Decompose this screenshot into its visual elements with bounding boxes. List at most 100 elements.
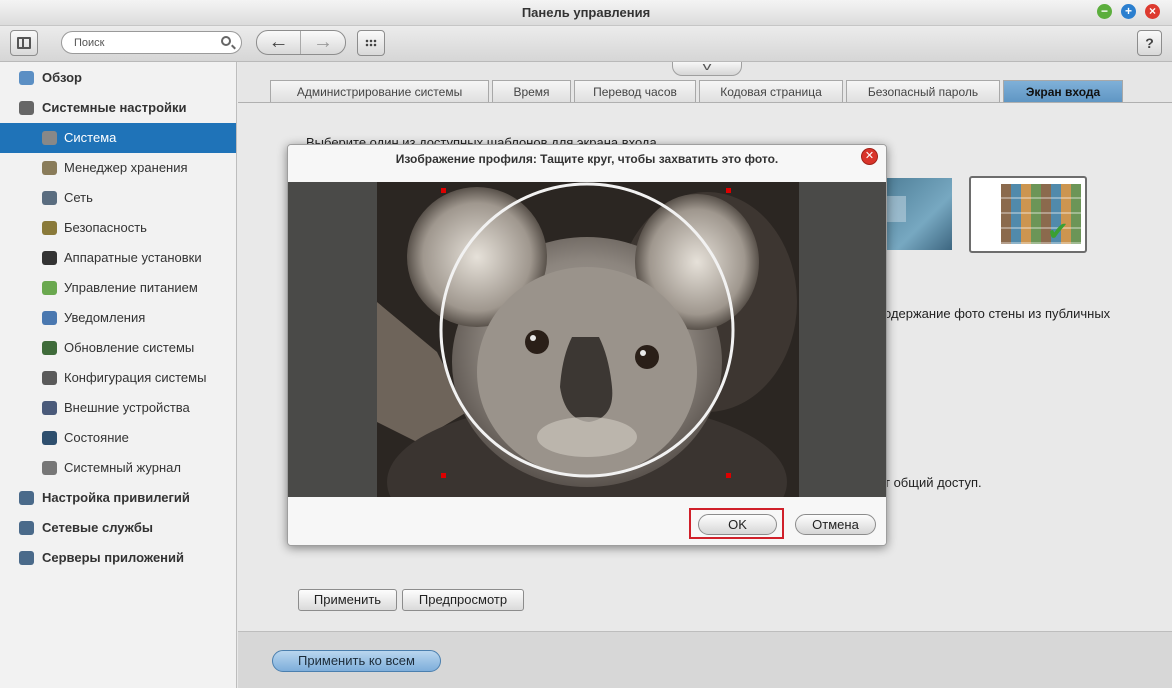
sidebar-item-label: Управление питанием: [64, 280, 198, 295]
sidebar-item-label: Системные настройки: [42, 100, 187, 115]
collapse-handle[interactable]: v: [672, 62, 742, 76]
system-settings-icon: [19, 101, 34, 115]
chevron-down-icon: v: [702, 61, 712, 73]
koala-photo: [377, 182, 799, 497]
sidebar-item-label: Обзор: [42, 70, 82, 85]
tab[interactable]: Безопасный пароль: [846, 80, 1000, 103]
sidebar-item[interactable]: Система: [0, 123, 236, 153]
sidebar-item-label: Конфигурация системы: [64, 370, 207, 385]
sidebar-item-label: Уведомления: [64, 310, 146, 325]
search-box[interactable]: [61, 31, 242, 54]
dialog-header: Изображение профиля: Тащите круг, чтобы …: [288, 145, 886, 182]
device-icon: [42, 401, 57, 415]
template-thumbnail-2[interactable]: ✔: [969, 176, 1087, 253]
crop-stage: [288, 182, 886, 497]
power-icon: [42, 281, 57, 295]
sidebar-item[interactable]: Обновление системы: [0, 333, 236, 363]
navigation-group: ← →: [256, 30, 346, 55]
sidebar-item[interactable]: Аппаратные установки: [0, 243, 236, 273]
sidebar-item-label: Системный журнал: [64, 460, 181, 475]
preview-button[interactable]: Предпросмотр: [402, 589, 524, 611]
update-icon: [42, 341, 57, 355]
dialog-close-icon[interactable]: ✕: [862, 149, 877, 164]
crop-handle-top-left[interactable]: [441, 188, 446, 193]
minimize-button[interactable]: −: [1097, 4, 1112, 19]
sidebar-item-label: Сетевые службы: [42, 520, 154, 535]
config-icon: [42, 371, 57, 385]
profile-image-dialog: Изображение профиля: Тащите круг, чтобы …: [287, 144, 887, 546]
forward-button[interactable]: →: [301, 31, 345, 54]
apps-grid-button[interactable]: [357, 30, 385, 56]
sidebar: Обзор Системные настройки Система Менеджер …: [0, 62, 237, 688]
sidebar-item[interactable]: Сетевые службы: [0, 513, 236, 543]
overview-icon: [19, 71, 34, 85]
ok-button[interactable]: OK: [698, 514, 777, 535]
network-services-icon: [19, 521, 34, 535]
system-icon: [42, 131, 57, 145]
sidebar-item[interactable]: Системный журнал: [0, 453, 236, 483]
monitor-icon: [42, 431, 57, 445]
hardware-icon: [42, 251, 57, 265]
sidebar-item[interactable]: Обзор: [0, 63, 236, 93]
tab[interactable]: Администрирование системы: [270, 80, 489, 103]
koala-illustration: [377, 182, 799, 497]
sidebar-item[interactable]: Системные настройки: [0, 93, 236, 123]
sidebar-item-label: Обновление системы: [64, 340, 195, 355]
app-servers-icon: [19, 551, 34, 565]
tab[interactable]: Время: [492, 80, 571, 103]
sidebar-item[interactable]: Настройка привилегий: [0, 483, 236, 513]
grid-icon: [365, 39, 377, 47]
tab[interactable]: Перевод часов: [574, 80, 696, 103]
privilege-icon: [19, 491, 34, 505]
sidebar-item[interactable]: Внешние устройства: [0, 393, 236, 423]
tab[interactable]: Экран входа: [1003, 80, 1123, 103]
search-icon[interactable]: [221, 36, 231, 46]
sidebar-item-label: Система: [64, 130, 117, 145]
notification-icon: [42, 311, 57, 325]
dialog-footer: OK Отмена: [288, 497, 886, 545]
search-input[interactable]: [74, 35, 214, 50]
photo-wall-text: одержание фото стены из публичных: [884, 306, 1111, 321]
sidebar-item[interactable]: Менеджер хранения: [0, 153, 236, 183]
share-text: т общий доступ.: [884, 475, 982, 490]
window-title: Панель управления: [521, 5, 651, 20]
checkmark-icon: ✔: [1047, 216, 1069, 246]
sidebar-icon: [17, 37, 31, 49]
network-icon: [42, 191, 57, 205]
sidebar-item-label: Состояние: [64, 430, 129, 445]
sidebar-item-label: Безопасность: [64, 220, 147, 235]
sidebar-item[interactable]: Конфигурация системы: [0, 363, 236, 393]
tab[interactable]: Кодовая страница: [699, 80, 843, 103]
toggle-sidebar-button[interactable]: [10, 30, 38, 56]
crop-handle-bottom-left[interactable]: [441, 473, 446, 478]
maximize-button[interactable]: +: [1121, 4, 1136, 19]
sidebar-item[interactable]: Уведомления: [0, 303, 236, 333]
sidebar-item-label: Аппаратные установки: [64, 250, 202, 265]
dialog-title: Изображение профиля: Тащите круг, чтобы …: [395, 152, 779, 166]
template-thumbnail-1[interactable]: [884, 178, 952, 250]
sidebar-item-label: Внешние устройства: [64, 400, 190, 415]
sidebar-item-label: Серверы приложений: [42, 550, 185, 565]
help-button[interactable]: ?: [1137, 30, 1162, 56]
sidebar-item-label: Настройка привилегий: [42, 490, 190, 505]
log-icon: [42, 461, 57, 475]
storage-icon: [42, 161, 57, 175]
cancel-button[interactable]: Отмена: [795, 514, 876, 535]
sidebar-item-label: Менеджер хранения: [64, 160, 188, 175]
sidebar-item[interactable]: Сеть: [0, 183, 236, 213]
sidebar-item[interactable]: Состояние: [0, 423, 236, 453]
crop-handle-bottom-right[interactable]: [726, 473, 731, 478]
apply-button[interactable]: Применить: [298, 589, 397, 611]
lock-icon: [42, 221, 57, 235]
back-button[interactable]: ←: [257, 31, 301, 54]
toolbar: ← → ?: [0, 26, 1172, 62]
footer-bar: Применить ко всем: [238, 631, 1172, 688]
sidebar-item[interactable]: Управление питанием: [0, 273, 236, 303]
sidebar-item-label: Сеть: [64, 190, 93, 205]
close-window-button[interactable]: ×: [1145, 4, 1160, 19]
sidebar-item[interactable]: Безопасность: [0, 213, 236, 243]
title-bar: Панель управления − + ×: [0, 0, 1172, 26]
crop-handle-top-right[interactable]: [726, 188, 731, 193]
apply-all-button[interactable]: Применить ко всем: [272, 650, 441, 672]
sidebar-item[interactable]: Серверы приложений: [0, 543, 236, 573]
